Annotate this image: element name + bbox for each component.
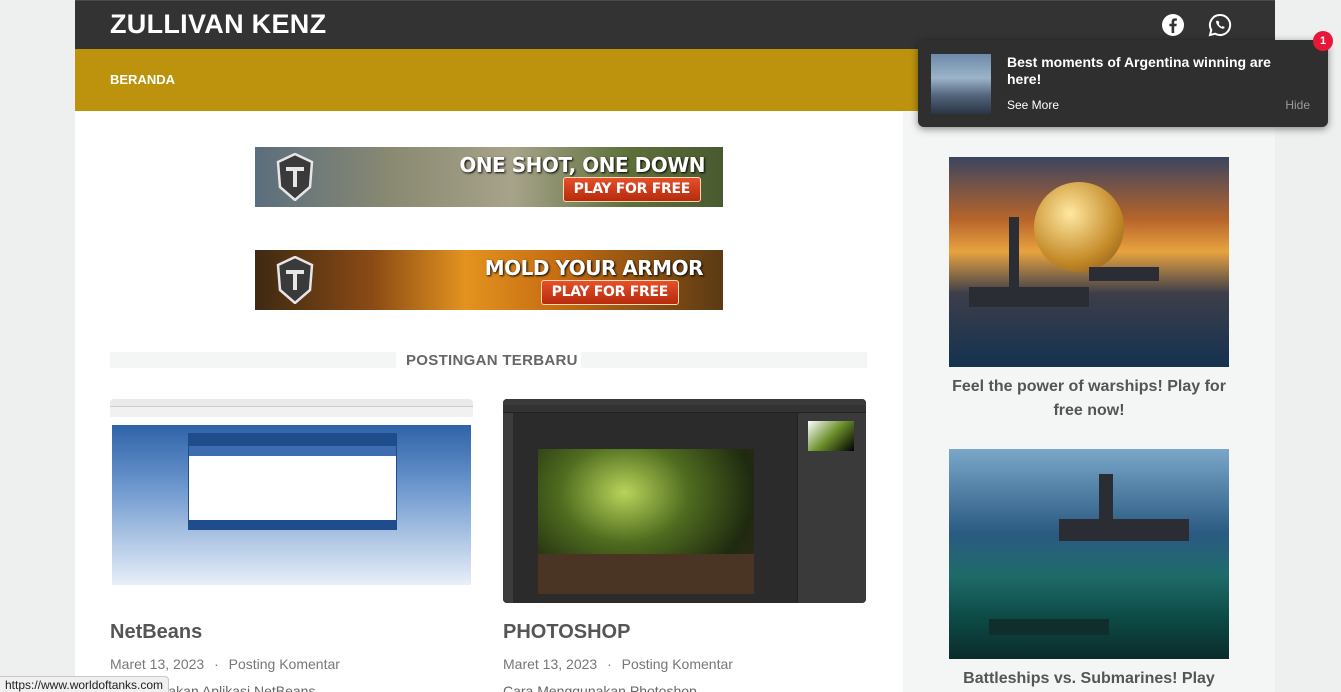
nav-item-beranda[interactable]: BERANDA [110,72,175,87]
push-notification[interactable]: Best moments of Argentina winning are he… [918,40,1328,127]
main-content: ONE SHOT, ONE DOWN PLAY FOR FREE MOLD YO… [75,111,903,692]
section-divider [110,352,396,368]
post-card[interactable]: NetBeans Maret 13, 2023 · Posting Koment… [110,399,473,692]
post-title[interactable]: PHOTOSHOP [503,621,630,644]
post-thumbnail[interactable] [110,399,473,603]
ad-banner[interactable]: MOLD YOUR ARMOR PLAY FOR FREE [255,250,723,310]
see-more-link[interactable]: See More [1007,98,1059,112]
notification-thumbnail[interactable] [931,54,991,114]
post-comment-link[interactable]: Posting Komentar [229,656,340,672]
sidebar-ad-card[interactable]: Feel the power of warships! Play for fre… [949,157,1229,423]
ad-banner[interactable]: ONE SHOT, ONE DOWN PLAY FOR FREE [255,147,723,207]
meta-separator: · [214,656,219,672]
status-bar-url: https://www.worldoftanks.com [0,676,170,692]
meta-separator: · [607,656,612,672]
post-thumbnail[interactable] [503,399,866,603]
post-excerpt: Cara Menggunakan Photoshop [503,683,697,692]
post-title[interactable]: NetBeans [110,621,202,644]
sidebar-ad-card[interactable]: Battleships vs. Submarines! Play [949,449,1229,691]
submarine-image[interactable] [949,449,1229,659]
post-meta: Maret 13, 2023 · Posting Komentar [503,656,733,672]
sidebar-ad-caption[interactable]: Feel the power of warships! Play for fre… [949,375,1229,423]
notification-badge: 1 [1313,31,1333,51]
post-card[interactable]: PHOTOSHOP Maret 13, 2023 · Posting Komen… [503,399,866,692]
wot-logo-icon [276,153,314,201]
ad-headline: ONE SHOT, ONE DOWN [459,153,705,177]
notification-title[interactable]: Best moments of Argentina winning are he… [1007,54,1307,88]
section-title: POSTINGAN TERBARU [406,352,578,369]
whatsapp-icon[interactable] [1208,13,1232,37]
warship-image[interactable] [949,157,1229,367]
ad-headline: MOLD YOUR ARMOR [484,256,704,280]
facebook-icon[interactable] [1161,13,1185,37]
post-meta: Maret 13, 2023 · Posting Komentar [110,656,340,672]
post-date: Maret 13, 2023 [110,656,205,672]
post-comment-link[interactable]: Posting Komentar [622,656,733,672]
sidebar-ad-caption[interactable]: Battleships vs. Submarines! Play [949,667,1229,691]
section-divider [581,352,867,368]
site-title[interactable]: ZULLIVAN KENZ [110,9,326,40]
hide-button[interactable]: Hide [1285,98,1310,112]
play-for-free-button[interactable]: PLAY FOR FREE [540,280,679,305]
sidebar: Feel the power of warships! Play for fre… [903,111,1275,692]
play-for-free-button[interactable]: PLAY FOR FREE [562,177,701,202]
post-date: Maret 13, 2023 [503,656,598,672]
wot-logo-icon [276,256,314,304]
